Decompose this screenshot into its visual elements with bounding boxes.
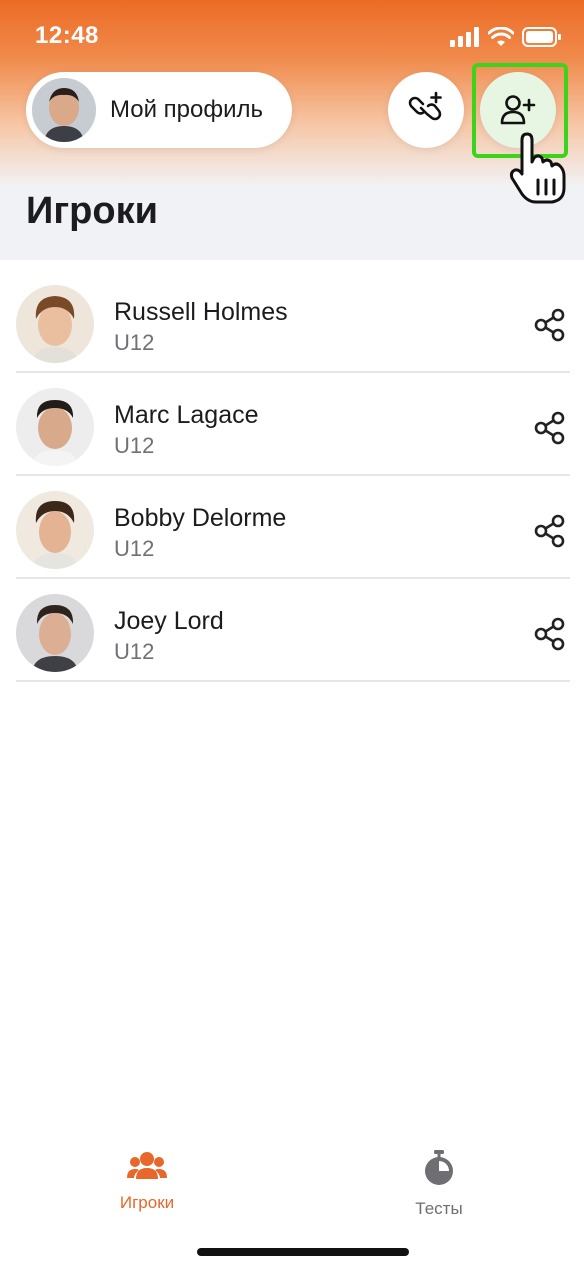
my-profile-label: Мой профиль — [110, 96, 264, 123]
home-indicator — [197, 1248, 409, 1256]
tab-tests[interactable]: Тесты — [359, 1150, 519, 1219]
battery-icon — [522, 27, 561, 47]
link-plus-icon — [408, 91, 442, 121]
player-name: Bobby Delorme — [114, 504, 287, 532]
hand-cursor-icon — [509, 132, 566, 204]
player-name: Joey Lord — [114, 607, 224, 635]
player-name: Marc Lagace — [114, 401, 259, 429]
avatar — [16, 285, 94, 363]
wifi-icon — [488, 27, 514, 46]
status-bar: 12:48 — [0, 0, 584, 70]
player-name: Russell Holmes — [114, 298, 288, 326]
player-list: Russell Holmes U12 Marc Lagace U12 Bobby… — [16, 270, 570, 682]
status-icons — [450, 24, 562, 50]
group-icon — [127, 1152, 167, 1179]
player-team: U12 — [114, 330, 155, 355]
list-item[interactable]: Bobby Delorme U12 — [16, 476, 570, 579]
list-item[interactable]: Russell Holmes U12 — [16, 270, 570, 373]
share-icon[interactable] — [534, 308, 566, 342]
stopwatch-icon — [425, 1150, 453, 1185]
status-time: 12:48 — [35, 22, 99, 49]
avatar — [16, 594, 94, 672]
player-team: U12 — [114, 433, 155, 458]
page-title: Игроки — [26, 190, 158, 232]
player-team: U12 — [114, 536, 155, 561]
share-icon[interactable] — [534, 514, 566, 548]
tab-label: Игроки — [119, 1193, 175, 1212]
my-profile-button[interactable]: Мой профиль — [26, 72, 292, 148]
list-item[interactable]: Joey Lord U12 — [16, 579, 570, 682]
avatar — [16, 491, 94, 569]
share-icon[interactable] — [534, 411, 566, 445]
tab-bar: Игроки Тесты — [0, 1140, 584, 1230]
avatar — [32, 78, 96, 142]
share-icon[interactable] — [534, 617, 566, 651]
player-team: U12 — [114, 639, 155, 664]
signal-icon — [450, 27, 479, 47]
tab-players[interactable]: Игроки — [67, 1150, 227, 1213]
link-player-button[interactable] — [388, 72, 464, 148]
tab-label: Тесты — [415, 1199, 463, 1218]
list-item[interactable]: Marc Lagace U12 — [16, 373, 570, 476]
avatar — [16, 388, 94, 466]
